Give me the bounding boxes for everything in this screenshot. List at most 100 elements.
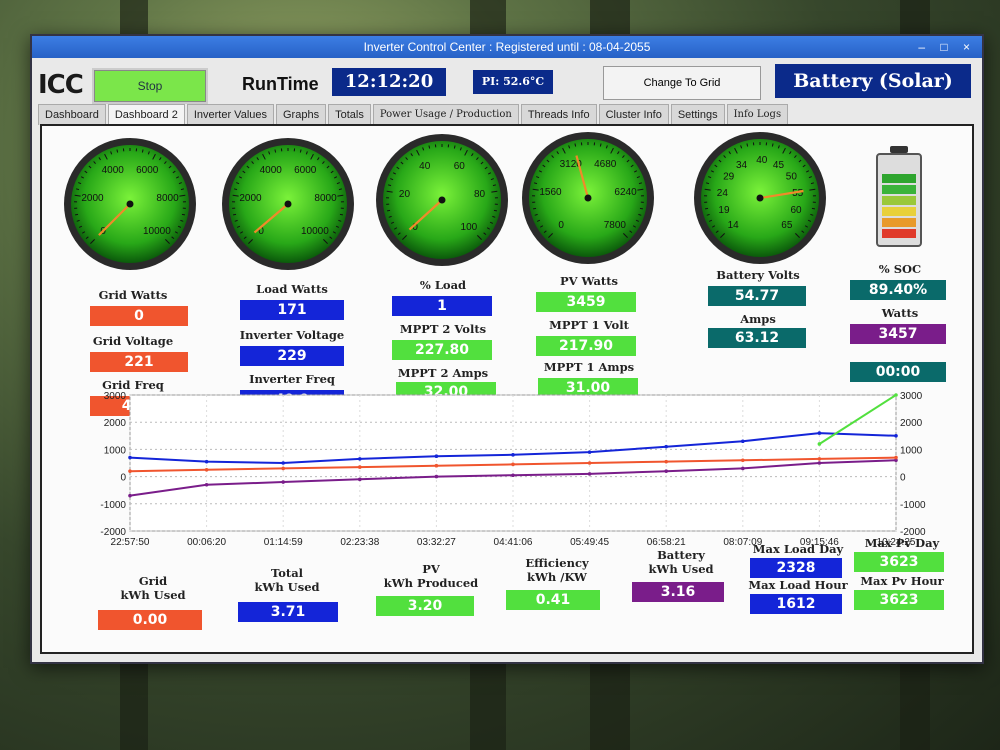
gauge-tick	[116, 149, 119, 153]
gauge-tick-label: 100	[461, 222, 478, 233]
pv-watts-label: PV Watts	[559, 274, 619, 288]
dashboard-panel: 4000600020008000010000 4000 60 0 0 2000 8000 0…	[40, 124, 974, 654]
series-point	[817, 442, 822, 446]
y-tick-label: 3000	[104, 391, 127, 402]
grid-kwh-value: 0.00	[98, 610, 202, 630]
tab-power-usage[interactable]: Power Usage / Production	[372, 104, 519, 125]
gauge-hub	[126, 200, 134, 208]
load-percent-gauge: 40 6020 800 100	[376, 134, 508, 266]
series-point	[128, 469, 132, 473]
mppt2-volts-label: MPPT 2 Volts	[399, 322, 487, 336]
gauge-tick-label: 65	[781, 220, 793, 231]
series-point	[358, 465, 362, 469]
gauge-hub	[438, 196, 446, 204]
x-tick-label: 05:49:45	[570, 537, 609, 548]
pv-watts-gauge: 3120 46801560 62400 7800	[522, 132, 654, 264]
max-load-hour-label: Max Load Hour	[748, 578, 848, 592]
gauge-tick-label: 10000	[301, 226, 329, 237]
tab-cluster-info[interactable]: Cluster Info	[598, 104, 669, 125]
power-history-chart: 3000200010000-1000-20003000200010000-100…	[100, 391, 926, 548]
gauge-tick-label: 60	[790, 205, 802, 216]
pi-temperature: PI: 52.6°C	[473, 70, 553, 94]
gauge-tick-label: 50	[786, 172, 798, 183]
gauge-hub	[284, 200, 292, 208]
title-bar: Inverter Control Center : Registered unt…	[32, 36, 982, 58]
mppt2-volts-value: 227.80	[392, 340, 492, 360]
gauge-tick	[574, 143, 577, 147]
total-kwh-label: Total kWh Used	[254, 566, 320, 594]
y2-tick-label: 0	[900, 473, 906, 484]
battery-volts-gauge: 34 40 4529 5024 5519 6014 65	[694, 132, 826, 264]
max-pv-hour-label: Max Pv Hour	[860, 574, 944, 588]
tab-threads-info[interactable]: Threads Info	[520, 104, 597, 125]
gauge-tick-label: 14	[728, 220, 740, 231]
gauge-tick	[141, 149, 144, 153]
tab-graphs[interactable]: Graphs	[276, 104, 327, 125]
gauge-tick-label: 45	[773, 160, 785, 171]
tab-totals[interactable]: Totals	[328, 104, 371, 125]
series-point	[894, 393, 898, 397]
inverter-voltage-label: Inverter Voltage	[239, 328, 345, 342]
window-controls[interactable]: – □ ×	[918, 36, 976, 58]
gauge-tick-label: 29	[723, 172, 735, 183]
gauge-hub	[756, 194, 764, 202]
tab-settings[interactable]: Settings	[670, 104, 725, 125]
series-point	[664, 469, 668, 473]
inverter-freq-label: Inverter Freq	[249, 372, 335, 386]
series-point	[434, 474, 439, 479]
series-point	[281, 480, 285, 484]
grid-watts-gauge: 4000600020008000010000	[64, 138, 196, 270]
gauge-tick	[428, 145, 431, 149]
change-to-grid-button[interactable]: Change To Grid	[603, 66, 761, 100]
y2-tick-label: 2000	[900, 418, 923, 429]
battery-volts-label: Battery Volts	[716, 268, 800, 282]
gauge-tick-label: 8000	[314, 193, 337, 204]
gauge-tick-label: 34	[736, 160, 748, 171]
series-point	[817, 457, 822, 461]
x-tick-label: 00:06:20	[187, 537, 226, 548]
y-tick-label: 2000	[104, 418, 127, 429]
series-point	[587, 461, 592, 465]
gauge-tick-label: 80	[474, 189, 486, 200]
gauge-tick-label: 7800	[604, 220, 627, 231]
series-point	[204, 459, 209, 464]
gauge-tick-label: 20	[399, 189, 411, 200]
gauge-tick-label: 2000	[239, 193, 262, 204]
mppt1-amps-label: MPPT 1 Amps	[543, 360, 635, 374]
tab-dashboard[interactable]: Dashboard	[38, 104, 106, 125]
gauge-tick-label: 1560	[539, 187, 562, 198]
pv-kwh-value: 3.20	[376, 596, 474, 616]
app-window: Inverter Control Center : Registered unt…	[30, 34, 984, 664]
tab-inverter-values[interactable]: Inverter Values	[186, 104, 274, 125]
battery-volts-value: 54.77	[708, 286, 806, 306]
max-load-day-label: Max Load Day	[752, 542, 844, 556]
runtime-label: RunTime	[242, 74, 319, 94]
gauge-tick	[339, 213, 344, 216]
efficiency-value: 0.41	[506, 590, 600, 610]
gauge-tick-label: 4000	[260, 165, 283, 176]
gauge-tick-label: 8000	[156, 193, 179, 204]
load-percent-label: % Load	[419, 278, 467, 292]
x-tick-label: 22:57:50	[111, 537, 150, 548]
series-point	[511, 462, 515, 467]
max-pv-hour-value: 3623	[854, 590, 944, 610]
series-point	[894, 434, 898, 438]
series-point	[511, 473, 515, 478]
series-point	[664, 459, 668, 464]
series-point	[741, 439, 745, 444]
grid-voltage-label: Grid Voltage	[92, 334, 174, 348]
y2-tick-label: 1000	[900, 445, 923, 456]
tab-info-logs[interactable]: Info Logs	[726, 104, 789, 125]
inverter-voltage-value: 229	[240, 346, 344, 366]
max-load-hour-value: 1612	[750, 594, 842, 614]
gauge-tick-label: 4680	[594, 159, 617, 170]
gauge-tick-label: 6240	[614, 187, 637, 198]
grid-watts-value: 0	[90, 306, 188, 326]
x-tick-label: 01:14:59	[264, 537, 303, 548]
battery-fill	[882, 174, 916, 238]
stop-button[interactable]: Stop	[92, 68, 208, 104]
efficiency-label: Efficiency kWh /KW	[525, 556, 589, 584]
mode-title: Battery (Solar)	[775, 64, 971, 98]
series-point	[587, 450, 592, 454]
gauge-tick-label: 40	[419, 161, 431, 172]
